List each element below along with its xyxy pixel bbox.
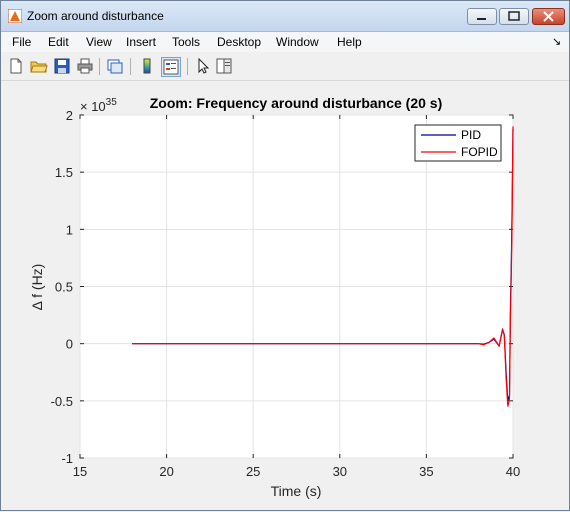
y-tick-label: -0.5 xyxy=(51,394,73,409)
menu-help[interactable]: Help xyxy=(337,35,362,49)
close-icon xyxy=(543,11,554,22)
new-figure-icon[interactable] xyxy=(7,57,25,75)
legend-label-pid: PID xyxy=(461,128,481,142)
y-tick-label: 0.5 xyxy=(55,280,73,295)
window-title: Zoom around disturbance xyxy=(27,9,164,23)
menu-desktop[interactable]: Desktop xyxy=(217,35,261,49)
menu-edit[interactable]: Edit xyxy=(48,35,69,49)
maximize-button[interactable] xyxy=(499,8,529,25)
legend[interactable]: PID FOPID xyxy=(414,124,502,162)
x-axis-label: Time (s) xyxy=(271,483,322,499)
menu-tools[interactable]: Tools xyxy=(172,35,200,49)
open-file-icon[interactable] xyxy=(30,57,48,75)
y-tick-label: 1.5 xyxy=(55,165,73,180)
figure-window: Zoom around disturbance File Edit View I… xyxy=(0,0,570,511)
menu-view[interactable]: View xyxy=(86,35,112,49)
menu-window[interactable]: Window xyxy=(276,35,319,49)
link-plot-icon[interactable] xyxy=(106,57,124,75)
minimize-button[interactable] xyxy=(467,8,497,25)
x-tick-label: 30 xyxy=(333,464,347,479)
line-chart[interactable]: 15 20 25 30 35 40 -1 -0.5 0 0.5 1 1.5 2 Zoom: Freque… xyxy=(4,81,566,507)
x-tick-label: 25 xyxy=(246,464,260,479)
y-tick-label: 2 xyxy=(66,108,73,123)
toolbar-separator xyxy=(130,58,131,75)
maximize-icon xyxy=(508,11,520,21)
menu-insert[interactable]: Insert xyxy=(126,35,156,49)
x-tick-label: 20 xyxy=(159,464,173,479)
toolbar-separator xyxy=(99,58,100,75)
y-tick-label: 1 xyxy=(66,222,73,237)
menu-bar: File Edit View Insert Tools Desktop Wind… xyxy=(1,32,569,52)
print-icon[interactable] xyxy=(76,57,94,75)
y-tick-label: -1 xyxy=(61,451,73,466)
x-tick-label: 15 xyxy=(73,464,87,479)
matlab-icon xyxy=(8,9,22,23)
y-exponent-label: × 1035 xyxy=(80,97,117,114)
toolbar xyxy=(1,53,569,81)
colorbar-icon[interactable] xyxy=(138,57,156,75)
x-tick-label: 35 xyxy=(419,464,433,479)
toolbar-separator xyxy=(187,58,188,75)
save-icon[interactable] xyxy=(53,57,71,75)
property-editor-icon[interactable] xyxy=(215,57,233,75)
dock-arrow-icon[interactable]: ↘ xyxy=(552,35,561,48)
chart-title: Zoom: Frequency around disturbance (20 s… xyxy=(150,95,443,111)
menu-file[interactable]: File xyxy=(12,35,31,49)
y-axis-label: Δ f (Hz) xyxy=(29,264,45,311)
legend-label-fopid: FOPID xyxy=(461,145,498,159)
minimize-icon xyxy=(477,18,486,20)
figure-area: 15 20 25 30 35 40 -1 -0.5 0 0.5 1 1.5 2 Zoom: Freque… xyxy=(4,81,566,507)
title-bar[interactable]: Zoom around disturbance xyxy=(1,1,569,32)
x-tick-label: 40 xyxy=(506,464,520,479)
close-button[interactable] xyxy=(532,8,565,25)
pointer-icon[interactable] xyxy=(194,57,212,75)
y-tick-label: 0 xyxy=(66,337,73,352)
legend-icon[interactable] xyxy=(161,57,181,77)
